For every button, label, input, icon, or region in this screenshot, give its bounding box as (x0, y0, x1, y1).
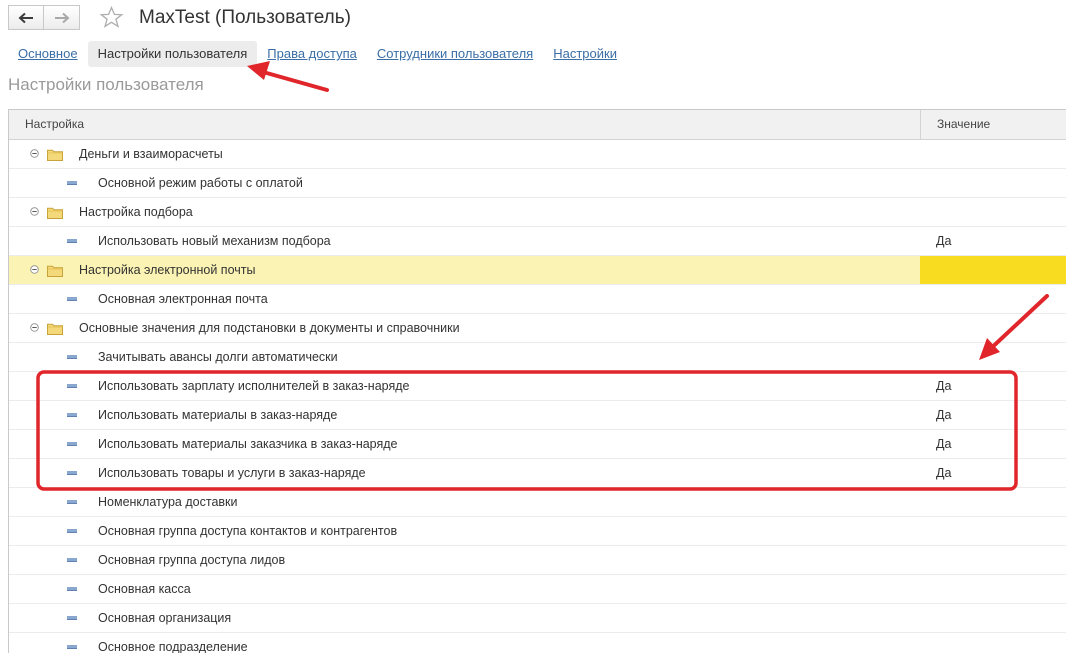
table-row[interactable]: Использовать материалы в заказ-наряде Да (9, 401, 1066, 430)
collapse-icon[interactable] (30, 323, 39, 332)
folder-icon (47, 323, 63, 335)
setting-item-icon (67, 181, 77, 185)
tab-user-employees[interactable]: Сотрудники пользователя (367, 41, 543, 67)
table-row[interactable]: Использовать материалы заказчика в заказ… (9, 430, 1066, 459)
setting-item-icon (67, 529, 77, 533)
setting-item-icon (67, 616, 77, 620)
setting-label: Использовать товары и услуги в заказ-нар… (98, 466, 366, 480)
setting-label: Номенклатура доставки (98, 495, 238, 509)
table-row[interactable]: Использовать новый механизм подбора Да (9, 227, 1066, 256)
setting-item-icon (67, 413, 77, 417)
table-row[interactable]: Основной режим работы с оплатой (9, 169, 1066, 198)
setting-label: Основная организация (98, 611, 232, 625)
setting-label: Использовать зарплату исполнителей в зак… (98, 379, 410, 393)
column-header-setting[interactable]: Настройка (25, 110, 84, 139)
setting-item-icon (67, 471, 77, 475)
folder-icon (47, 149, 63, 161)
tab-user-settings[interactable]: Настройки пользователя (87, 41, 258, 67)
setting-label: Основная группа доступа лидов (98, 553, 286, 567)
group-row[interactable]: Деньги и взаиморасчеты (9, 140, 1066, 169)
collapse-icon[interactable] (30, 265, 39, 274)
setting-label: Основные значения для подстановки в доку… (79, 321, 460, 335)
arrow-left-icon (18, 12, 33, 23)
form-tabs: Основное Настройки пользователя Права до… (8, 41, 627, 67)
navigation-buttons (8, 5, 81, 30)
group-row[interactable]: Настройка подбора (9, 198, 1066, 227)
table-header: Настройка Значение (9, 110, 1066, 140)
table-body: Деньги и взаиморасчеты Основной режим раб… (9, 140, 1066, 653)
folder-icon (47, 265, 63, 277)
tab-access-rights[interactable]: Права доступа (257, 41, 367, 67)
table-row[interactable]: Номенклатура доставки (9, 488, 1066, 517)
setting-value[interactable] (920, 169, 1066, 197)
setting-value[interactable] (920, 488, 1066, 516)
setting-label: Основная группа доступа контактов и конт… (98, 524, 398, 538)
setting-value[interactable] (920, 314, 1066, 342)
group-row[interactable]: Настройка электронной почты (9, 256, 1066, 285)
table-row[interactable]: Основная электронная почта (9, 285, 1066, 314)
setting-label: Настройка подбора (79, 205, 193, 219)
tab-main[interactable]: Основное (8, 41, 88, 67)
page-title: Настройки пользователя (8, 75, 204, 94)
collapse-icon[interactable] (30, 149, 39, 158)
setting-item-icon (67, 500, 77, 504)
table-row[interactable]: Основная группа доступа контактов и конт… (9, 517, 1066, 546)
setting-value[interactable]: Да (920, 401, 1066, 429)
setting-value[interactable] (920, 198, 1066, 226)
setting-item-icon (67, 587, 77, 591)
table-row[interactable]: Зачитывать авансы долги автоматически (9, 343, 1066, 372)
window-title: MaxTest (Пользователь) (139, 7, 351, 28)
setting-item-icon (67, 645, 77, 649)
table-row[interactable]: Использовать зарплату исполнителей в зак… (9, 372, 1066, 401)
back-button[interactable] (8, 5, 44, 30)
setting-label: Основная электронная почта (98, 292, 268, 306)
setting-item-icon (67, 355, 77, 359)
group-row[interactable]: Основные значения для подстановки в доку… (9, 314, 1066, 343)
table-row[interactable]: Основное подразделение (9, 633, 1066, 653)
setting-value[interactable]: Да (920, 459, 1066, 487)
setting-label: Основное подразделение (98, 640, 248, 653)
setting-label: Использовать новый механизм подбора (98, 234, 331, 248)
setting-item-icon (67, 558, 77, 562)
setting-item-icon (67, 442, 77, 446)
tab-settings[interactable]: Настройки (543, 41, 627, 67)
star-icon[interactable] (99, 5, 124, 30)
forward-button[interactable] (44, 5, 80, 30)
arrow-right-icon (54, 12, 69, 23)
setting-value[interactable]: Да (920, 372, 1066, 400)
setting-item-icon (67, 384, 77, 388)
setting-value[interactable] (920, 633, 1066, 653)
setting-value[interactable] (920, 604, 1066, 632)
setting-label: Использовать материалы в заказ-наряде (98, 408, 338, 422)
table-row[interactable]: Использовать товары и услуги в заказ-нар… (9, 459, 1066, 488)
setting-label: Деньги и взаиморасчеты (79, 147, 223, 161)
setting-label: Основная касса (98, 582, 191, 596)
collapse-icon[interactable] (30, 207, 39, 216)
setting-value[interactable] (920, 343, 1066, 371)
setting-label: Использовать материалы заказчика в заказ… (98, 437, 398, 451)
setting-value[interactable] (920, 575, 1066, 603)
table-row[interactable]: Основная группа доступа лидов (9, 546, 1066, 575)
setting-value[interactable] (920, 140, 1066, 168)
table-row[interactable]: Основная организация (9, 604, 1066, 633)
column-header-value[interactable]: Значение (920, 110, 1066, 139)
settings-table: Настройка Значение Деньги и взаиморасчет… (8, 109, 1066, 653)
setting-item-icon (67, 297, 77, 301)
setting-item-icon (67, 239, 77, 243)
setting-label: Зачитывать авансы долги автоматически (98, 350, 338, 364)
setting-label: Настройка электронной почты (79, 263, 256, 277)
setting-value[interactable] (920, 256, 1066, 284)
setting-value[interactable]: Да (920, 430, 1066, 458)
folder-icon (47, 207, 63, 219)
setting-value[interactable]: Да (920, 227, 1066, 255)
setting-label: Основной режим работы с оплатой (98, 176, 303, 190)
table-row[interactable]: Основная касса (9, 575, 1066, 604)
setting-value[interactable] (920, 517, 1066, 545)
setting-value[interactable] (920, 285, 1066, 313)
setting-value[interactable] (920, 546, 1066, 574)
